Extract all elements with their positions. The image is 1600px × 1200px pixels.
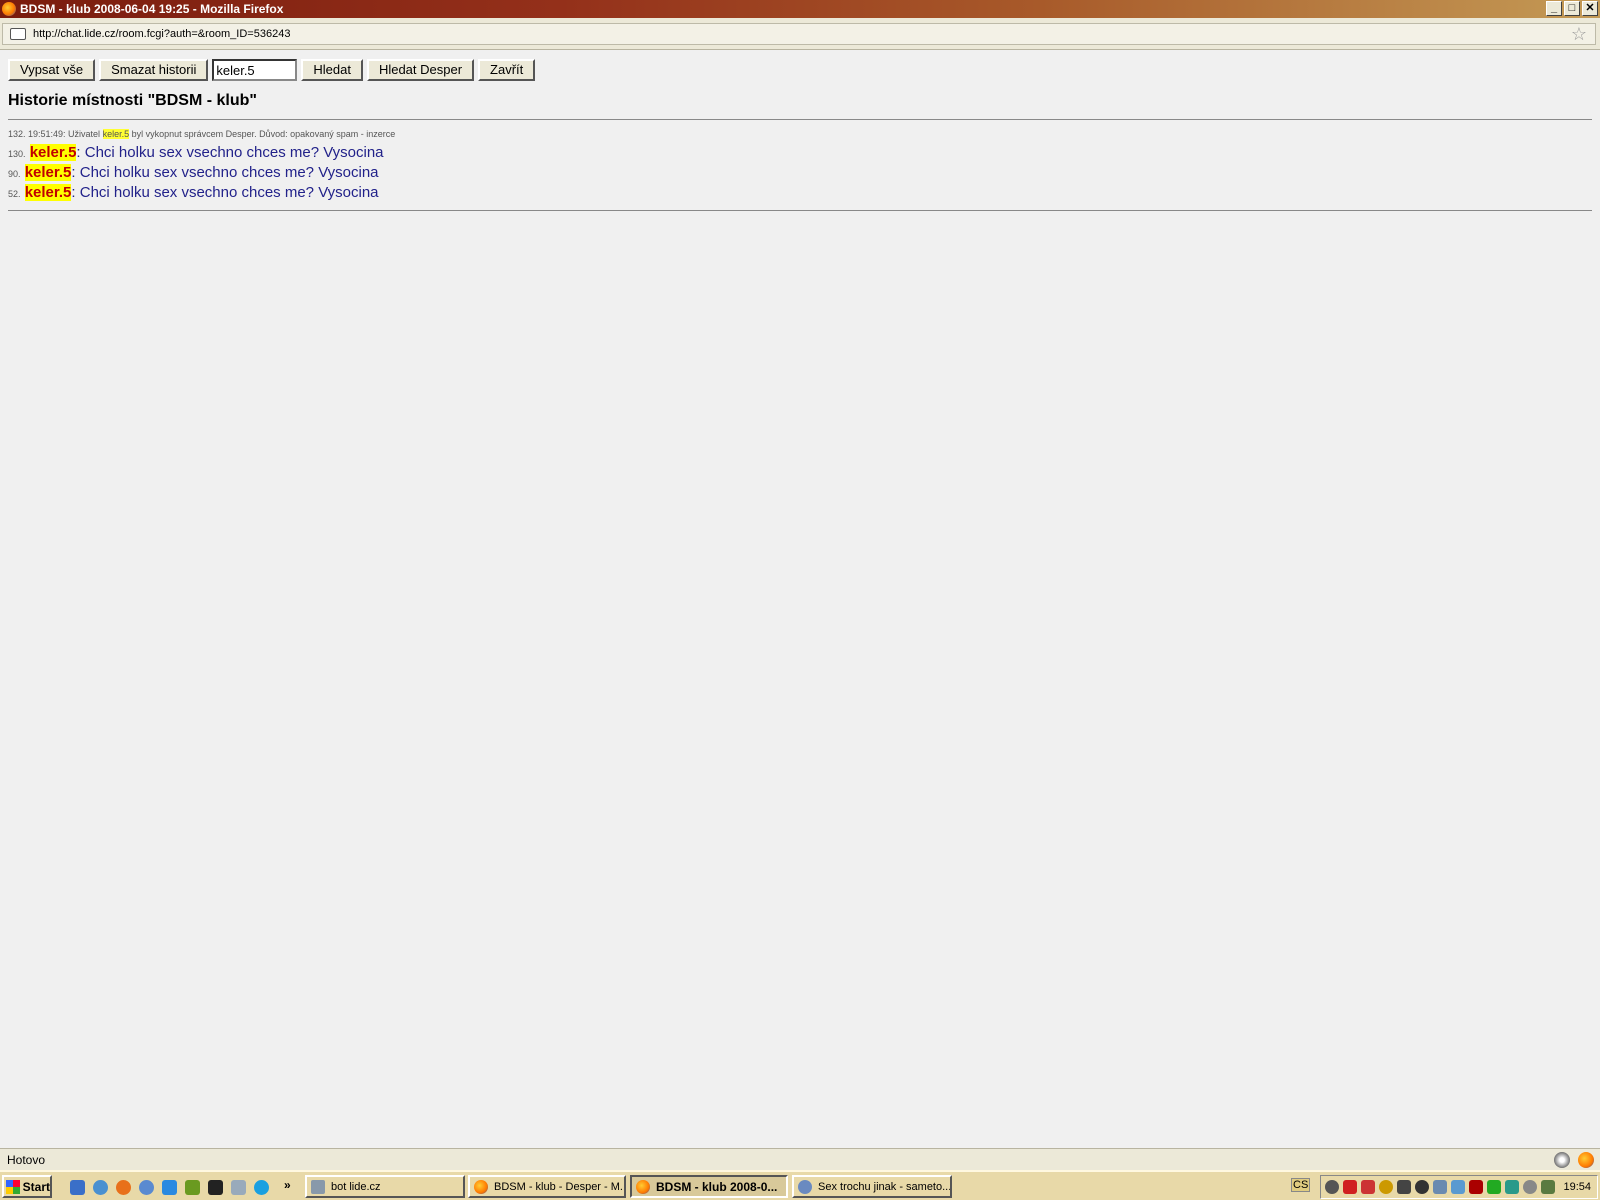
message-nick[interactable]: keler.5 <box>29 144 77 161</box>
system-message-prefix: 132. 19:51:49: Uživatel <box>8 129 103 139</box>
tray-icon-3[interactable] <box>1361 1180 1375 1194</box>
message-number: 52. <box>8 189 21 199</box>
language-indicator[interactable]: CS <box>1291 1178 1311 1192</box>
page-content: Vypsat vše Smazat historii Hledat Hledat… <box>0 51 1600 1148</box>
tray-icon-4[interactable] <box>1379 1180 1393 1194</box>
message-text: Chci holku sex vsechno chces me? Vysocin… <box>80 144 384 161</box>
quicklaunch-browser-icon[interactable] <box>93 1180 108 1195</box>
message-number: 90. <box>8 169 21 179</box>
chat-message: 90. keler.5: Chci holku sex vsechno chce… <box>8 164 379 181</box>
tray-icon-12[interactable] <box>1523 1180 1537 1194</box>
address-field[interactable]: http://chat.lide.cz/room.fcgi?auth=&room… <box>2 23 1596 45</box>
taskbar-item-label: BDSM - klub 2008-0... <box>656 1179 778 1194</box>
tray-network-icon[interactable] <box>1451 1180 1465 1194</box>
hledat-desper-button[interactable]: Hledat Desper <box>366 59 475 81</box>
quicklaunch-desktop-icon[interactable] <box>70 1180 85 1195</box>
start-button[interactable]: Start <box>2 1175 52 1198</box>
url-text[interactable]: http://chat.lide.cz/room.fcgi?auth=&room… <box>33 28 290 40</box>
taskbar-item-sex-trochu[interactable]: Sex trochu jinak - sameto... <box>792 1175 952 1198</box>
start-label: Start <box>22 1179 50 1194</box>
quicklaunch-chevron-icon[interactable]: » <box>284 1178 291 1192</box>
url-bar: http://chat.lide.cz/room.fcgi?auth=&room… <box>0 18 1600 50</box>
window-title: BDSM - klub 2008-06-04 19:25 - Mozilla F… <box>20 2 284 16</box>
quicklaunch-app-icon[interactable] <box>208 1180 223 1195</box>
zavrit-button[interactable]: Zavřít <box>478 59 536 81</box>
search-input[interactable] <box>212 59 298 81</box>
tray-icon-1[interactable] <box>1325 1180 1339 1194</box>
page-title: Historie místnosti "BDSM - klub" <box>8 92 257 109</box>
page-icon <box>10 28 26 40</box>
history-toolbar: Vypsat vše Smazat historii Hledat Hledat… <box>8 59 536 81</box>
addon-icon[interactable] <box>1554 1152 1570 1168</box>
tray-icon-13[interactable] <box>1541 1180 1555 1194</box>
tray-ati-icon[interactable] <box>1343 1180 1357 1194</box>
system-message: 132. 19:51:49: Uživatel keler.5 byl vyko… <box>8 129 395 139</box>
clock[interactable]: 19:54 <box>1563 1181 1591 1193</box>
taskbar-item-label: Sex trochu jinak - sameto... <box>818 1180 952 1193</box>
tray-icon-6[interactable] <box>1415 1180 1429 1194</box>
window-titlebar: BDSM - klub 2008-06-04 19:25 - Mozilla F… <box>0 0 1600 18</box>
windows-logo-icon <box>6 1179 20 1194</box>
tray-icon-10[interactable] <box>1487 1180 1501 1194</box>
tray-icon-11[interactable] <box>1505 1180 1519 1194</box>
quicklaunch-firefox-icon[interactable] <box>116 1180 131 1195</box>
quicklaunch-notepad-icon[interactable] <box>231 1180 246 1195</box>
close-button[interactable]: ✕ <box>1582 1 1598 16</box>
chat-message: 52. keler.5: Chci holku sex vsechno chce… <box>8 184 379 201</box>
divider-bottom <box>8 210 1592 211</box>
message-text: Chci holku sex vsechno chces me? Vysocin… <box>75 164 379 181</box>
divider-top <box>8 119 1592 120</box>
message-number: 130. <box>8 149 26 159</box>
chat-message: 130. keler.5: Chci holku sex vsechno chc… <box>8 144 384 161</box>
tray-volume-icon[interactable] <box>1397 1180 1411 1194</box>
quicklaunch-thunderbird-icon[interactable] <box>139 1180 154 1195</box>
message-nick[interactable]: keler.5 <box>24 164 72 181</box>
tray-icon-9[interactable] <box>1469 1180 1483 1194</box>
firefox-icon <box>474 1179 488 1194</box>
status-text: Hotovo <box>7 1153 46 1167</box>
firefox-icon <box>2 2 16 16</box>
restore-button[interactable]: □ <box>1564 1 1580 16</box>
smazat-historii-button[interactable]: Smazat historii <box>99 59 209 81</box>
vypsat-vse-button[interactable]: Vypsat vše <box>8 59 96 81</box>
tray-icon-7[interactable] <box>1433 1180 1447 1194</box>
system-message-user[interactable]: keler.5 <box>102 129 130 139</box>
taskbar-item-label: BDSM - klub - Desper - M... <box>494 1180 626 1193</box>
browser-icon <box>798 1179 812 1194</box>
quicklaunch-ie-icon[interactable] <box>162 1180 177 1195</box>
minimize-button[interactable]: _ <box>1546 1 1562 16</box>
system-tray: 19:54 <box>1320 1175 1598 1199</box>
quicklaunch-messenger-icon[interactable] <box>185 1180 200 1195</box>
folder-icon <box>311 1179 325 1194</box>
taskbar-item-bot[interactable]: bot lide.cz <box>305 1175 465 1198</box>
firefox-icon <box>636 1179 650 1194</box>
taskbar-item-desper[interactable]: BDSM - klub - Desper - M... <box>468 1175 626 1198</box>
taskbar-item-bdsm-active[interactable]: BDSM - klub 2008-0... <box>630 1175 788 1198</box>
status-bar: Hotovo <box>0 1148 1600 1170</box>
hledat-button[interactable]: Hledat <box>301 59 363 81</box>
system-message-suffix: byl vykopnut správcem Desper. Důvod: opa… <box>129 129 396 139</box>
quicklaunch-skype-icon[interactable] <box>254 1180 269 1195</box>
bookmark-star-icon[interactable]: ☆ <box>1571 25 1587 43</box>
firefox-status-icon[interactable] <box>1578 1152 1594 1168</box>
taskbar-item-label: bot lide.cz <box>331 1180 381 1193</box>
window-controls: _ □ ✕ <box>1546 1 1598 16</box>
message-nick[interactable]: keler.5 <box>24 184 72 201</box>
message-text: Chci holku sex vsechno chces me? Vysocin… <box>75 184 379 201</box>
taskbar: Start » bot lide.cz BDSM - klub - Desper… <box>0 1170 1600 1200</box>
